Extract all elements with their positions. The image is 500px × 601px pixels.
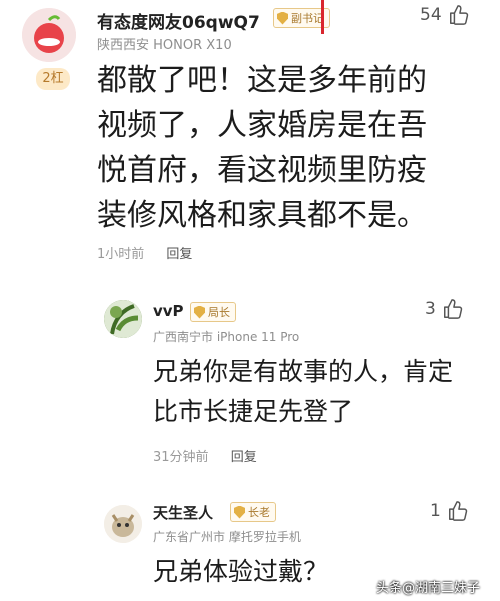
reply-time: 31分钟前 (153, 450, 209, 465)
like-count: 54 (420, 5, 442, 25)
reply-text: 兄弟你是有故事的人，肯定比市长捷足先登了 (153, 357, 454, 426)
comment-username[interactable]: 有态度网友06qwQ7 (97, 8, 260, 33)
reply-meta: 广西南宁市 iPhone 11 Pro (153, 330, 300, 344)
shield-icon (194, 305, 205, 319)
watermark: 头条@湖南三妹子 (376, 581, 481, 596)
user-rank-label: 副书记 (291, 12, 324, 25)
squirrel-avatar-icon (104, 505, 142, 543)
comment-meta: 陕西西安 HONOR X10 (97, 38, 232, 53)
user-rank-badge: 局长 (190, 302, 236, 322)
comment-meta-row: 1小时前 回复 (97, 243, 210, 262)
reply-button[interactable]: 回复 (231, 450, 257, 465)
like-button[interactable]: 1 (430, 500, 469, 522)
reply-text: 兄弟体验过戴？ (153, 557, 329, 586)
reply-button[interactable]: 回复 (166, 247, 192, 262)
reply-username[interactable]: vvP (153, 302, 184, 320)
thumbs-up-icon (443, 299, 463, 319)
reply-meta-row: 31分钟前 回复 (153, 446, 275, 465)
avatar[interactable] (22, 8, 76, 62)
like-count: 3 (425, 299, 436, 319)
floor-badge: 2杠 (36, 68, 70, 90)
thumbs-up-icon (448, 501, 468, 521)
plant-avatar-icon (104, 300, 142, 338)
user-rank-badge: 长老 (230, 502, 276, 522)
comment-text: 都散了吧！这是多年前的视频了，人家婚房是在吾悦首府，看这视频里防疫装修风格和家具… (97, 63, 427, 233)
like-count: 1 (430, 501, 441, 521)
thumbs-up-icon (449, 5, 468, 25)
reply-meta: 广东省广州市 摩托罗拉手机 (153, 530, 301, 544)
user-rank-label: 局长 (208, 306, 230, 319)
like-button[interactable]: 54 (420, 4, 470, 26)
shield-icon (234, 505, 245, 519)
comment-time: 1小时前 (97, 247, 145, 262)
avatar[interactable] (104, 300, 142, 338)
red-mark (321, 0, 324, 34)
like-button[interactable]: 3 (425, 298, 464, 320)
user-rank-label: 长老 (248, 506, 270, 519)
apple-avatar-icon (22, 8, 76, 62)
avatar[interactable] (104, 505, 142, 543)
shield-icon (277, 11, 288, 25)
reply-username[interactable]: 天生圣人 (153, 502, 213, 523)
